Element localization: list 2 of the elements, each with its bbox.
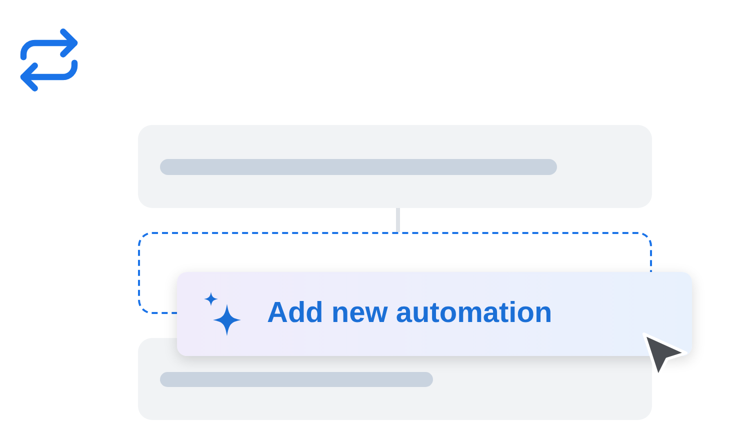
add-automation-button[interactable]: Add new automation xyxy=(177,272,692,356)
sparkle-icon xyxy=(203,292,243,336)
